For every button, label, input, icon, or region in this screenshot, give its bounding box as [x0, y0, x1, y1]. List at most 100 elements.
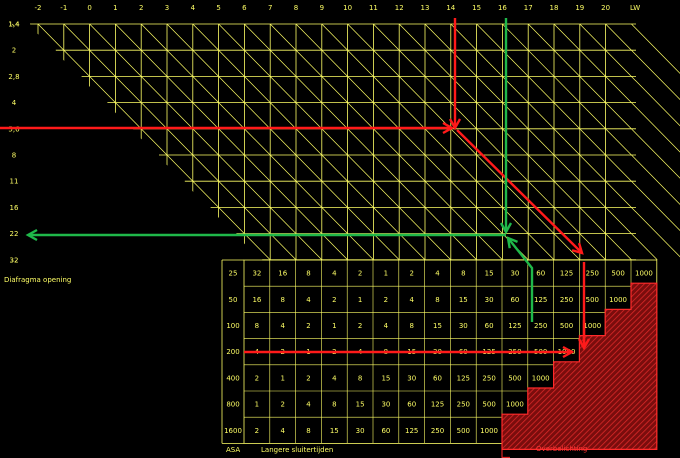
- table-cell: 250: [560, 296, 573, 304]
- shutter-times-label: Langere sluitertijden: [261, 446, 333, 454]
- table-cell: 500: [560, 322, 573, 330]
- aperture-axis-label: Diafragma opening: [4, 276, 71, 284]
- lw-tick-label: 4: [191, 4, 196, 12]
- table-cell: 125: [534, 296, 547, 304]
- diagonal-gridline: [502, 23, 680, 205]
- table-cell: 250: [534, 322, 547, 330]
- table-cell: 500: [482, 401, 495, 409]
- table-cell: 15: [356, 401, 365, 409]
- diagonal-gridline: [553, 23, 680, 153]
- overexposure-label: Overbelichting: [536, 445, 587, 453]
- aperture-tick-label: 22: [10, 230, 19, 238]
- table-cell: 4: [280, 427, 285, 435]
- table-cell: 8: [409, 322, 413, 330]
- table-cell: 2: [384, 296, 388, 304]
- aperture-tick-label: 11: [10, 178, 19, 186]
- asa-value: 200: [226, 348, 239, 356]
- diagonal-gridline: [424, 23, 658, 261]
- asa-value: 400: [226, 374, 239, 382]
- table-cell: 250: [482, 374, 495, 382]
- table-cell: 4: [409, 296, 414, 304]
- diagonal-gridline: [398, 23, 632, 261]
- asa-label: ASA: [226, 446, 240, 454]
- lw-tick-label: 13: [421, 4, 430, 12]
- lw-tick-label: 1: [113, 4, 117, 12]
- table-cell: 2: [255, 374, 259, 382]
- overexposure-bracket: [501, 449, 510, 458]
- lw-tick-label: 10: [343, 4, 352, 12]
- diagonal-gridline: [347, 23, 581, 261]
- lw-tick-label: 6: [242, 4, 247, 12]
- table-cell: 2: [255, 427, 259, 435]
- aperture-tick-label: 1,4: [8, 21, 20, 29]
- diagonal-gridline: [218, 23, 452, 261]
- table-cell: 15: [330, 427, 339, 435]
- table-cell: 8: [280, 296, 284, 304]
- table-cell: 1: [384, 270, 388, 278]
- table-cell: 2: [358, 270, 362, 278]
- table-cell: 60: [510, 296, 519, 304]
- asa-value: 100: [226, 322, 239, 330]
- table-cell: 2: [409, 270, 413, 278]
- table-cell: 16: [278, 270, 287, 278]
- table-cell: 250: [586, 270, 599, 278]
- table-cell: 30: [407, 374, 416, 382]
- asa-value: 800: [226, 401, 239, 409]
- table-cell: 8: [358, 374, 362, 382]
- table-cell: 500: [457, 427, 470, 435]
- table-cell: 1: [332, 322, 336, 330]
- table-cell: 1000: [532, 374, 550, 382]
- diagonal-gridline: [373, 23, 606, 261]
- table-cell: 8: [435, 296, 439, 304]
- table-cell: 30: [459, 322, 468, 330]
- table-cell: 1: [358, 296, 362, 304]
- table-cell: 1: [255, 401, 259, 409]
- table-cell: 1: [280, 374, 284, 382]
- diagonal-gridline: [295, 23, 529, 261]
- exposure-diagram: -2-1012345678910111213141516171819201,42…: [0, 4, 680, 458]
- table-cell: 60: [536, 270, 545, 278]
- lw-tick-label: 0: [87, 4, 91, 12]
- table-cell: 1000: [480, 427, 498, 435]
- table-cell: 16: [252, 296, 261, 304]
- table-cell: 15: [459, 296, 468, 304]
- table-cell: 2: [306, 374, 310, 382]
- lw-tick-label: 7: [268, 4, 272, 12]
- table-cell: 15: [485, 270, 494, 278]
- table-cell: 125: [431, 401, 444, 409]
- table-cell: 60: [381, 427, 390, 435]
- aperture-tick-label: 2: [12, 47, 16, 55]
- table-cell: 125: [405, 427, 418, 435]
- diagonal-gridline: [631, 23, 680, 74]
- diagonal-gridline: [579, 23, 680, 127]
- aperture-tick-label: 5,6: [8, 125, 20, 133]
- table-cell: 2: [280, 401, 284, 409]
- lw-tick-label: 15: [472, 4, 481, 12]
- asa-value: 1600: [224, 427, 242, 435]
- diagonal-gridline: [321, 23, 555, 261]
- table-cell: 8: [332, 401, 336, 409]
- diagonal-grid: -2-1012345678910111213141516171819201,42…: [0, 4, 680, 264]
- table-cell: 8: [306, 270, 310, 278]
- lw-tick-label: 3: [165, 4, 169, 12]
- lw-tick-label: 19: [575, 4, 584, 12]
- table-cell: 8: [461, 270, 465, 278]
- lw-tick-label: 9: [320, 4, 324, 12]
- table-cell: 125: [560, 270, 573, 278]
- aperture-tick-label: 32: [10, 256, 19, 264]
- table-cell: 4: [306, 401, 311, 409]
- table-cell: 4: [332, 270, 337, 278]
- aperture-tick-label: 2,8: [8, 73, 19, 81]
- diagonal-gridline: [244, 23, 477, 261]
- diagonal-gridline: [527, 23, 680, 179]
- table-cell: 500: [611, 270, 624, 278]
- lw-axis-label: LW: [630, 4, 640, 12]
- lw-tick-label: 5: [216, 4, 220, 12]
- lw-tick-label: 18: [550, 4, 559, 12]
- table-cell: 250: [457, 401, 470, 409]
- table-cell: 15: [433, 322, 442, 330]
- table-cell: 60: [485, 322, 494, 330]
- table-cell: 8: [306, 427, 310, 435]
- lw-tick-label: 14: [446, 4, 455, 12]
- asa-value: 50: [229, 296, 238, 304]
